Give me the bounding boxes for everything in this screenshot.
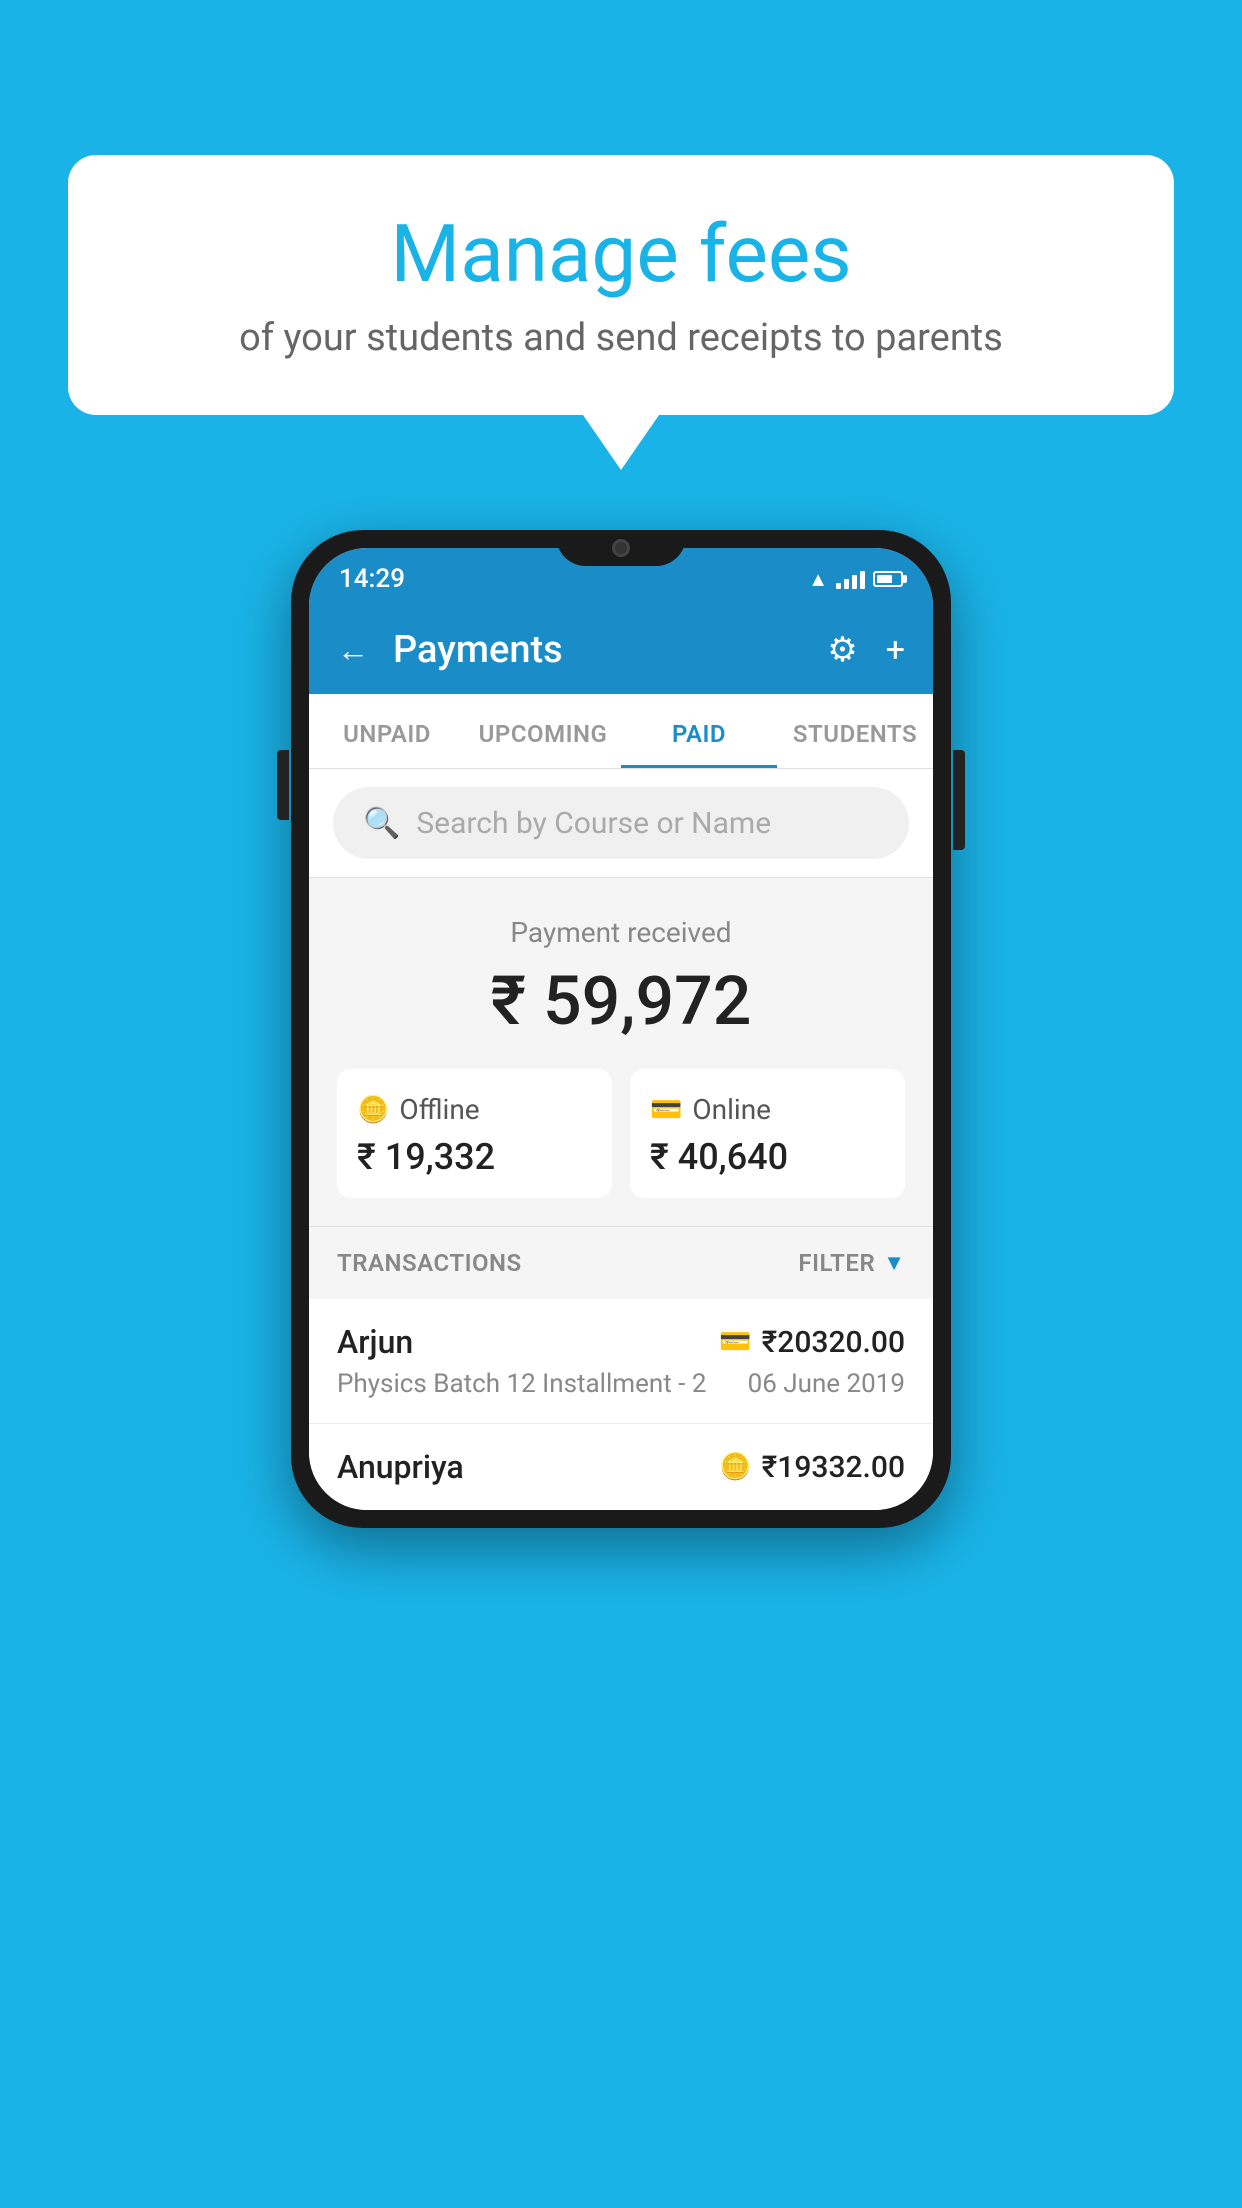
card-pay-icon: 💳 (719, 1327, 751, 1357)
phone-device: 14:29 ▲ (291, 530, 951, 1528)
page-title: Payments (393, 628, 803, 672)
online-card: 💳 Online ₹ 40,640 (630, 1069, 905, 1198)
search-input[interactable]: Search by Course or Name (416, 806, 771, 841)
online-amount: ₹ 40,640 (650, 1136, 885, 1178)
speech-bubble-container: Manage fees of your students and send re… (68, 155, 1174, 470)
transaction-top: Arjun 💳 ₹20320.00 (337, 1323, 905, 1361)
status-time: 14:29 (339, 564, 405, 594)
filter-icon: ▼ (883, 1250, 905, 1276)
offline-card-top: 🪙 Offline (357, 1093, 592, 1126)
payment-cards: 🪙 Offline ₹ 19,332 💳 Online ₹ 40,640 (337, 1069, 905, 1198)
cash-pay-icon: 🪙 (719, 1452, 751, 1482)
table-row[interactable]: Anupriya 🪙 ₹19332.00 (309, 1424, 933, 1510)
header-actions: ⚙ + (827, 630, 905, 670)
offline-card: 🪙 Offline ₹ 19,332 (337, 1069, 612, 1198)
search-icon: 🔍 (363, 806, 400, 841)
transactions-label: TRANSACTIONS (337, 1249, 522, 1277)
offline-icon: 🪙 (357, 1095, 389, 1125)
table-row[interactable]: Arjun 💳 ₹20320.00 Physics Batch 12 Insta… (309, 1299, 933, 1424)
camera (612, 539, 630, 557)
search-container: 🔍 Search by Course or Name (309, 769, 933, 878)
transaction-course: Physics Batch 12 Installment - 2 (337, 1369, 706, 1399)
transaction-date: 06 June 2019 (748, 1369, 905, 1399)
status-icons: ▲ (808, 567, 903, 592)
payment-received-label: Payment received (337, 916, 905, 949)
transaction-amount: ₹20320.00 (762, 1325, 905, 1360)
transaction-name: Arjun (337, 1323, 413, 1361)
tab-students[interactable]: STUDENTS (777, 694, 933, 768)
speech-bubble-tail (583, 415, 659, 470)
tab-upcoming[interactable]: UPCOMING (465, 694, 621, 768)
battery-icon (873, 571, 903, 587)
transaction-amount-row: 💳 ₹20320.00 (719, 1325, 905, 1360)
gear-icon[interactable]: ⚙ (827, 630, 857, 670)
filter-label: FILTER (798, 1249, 875, 1277)
online-icon: 💳 (650, 1095, 682, 1125)
online-label: Online (692, 1093, 771, 1126)
speech-bubble: Manage fees of your students and send re… (68, 155, 1174, 415)
add-button[interactable]: + (886, 630, 905, 670)
app-header: ← Payments ⚙ + (309, 606, 933, 694)
phone-screen: 14:29 ▲ (309, 548, 933, 1510)
back-button[interactable]: ← (337, 631, 369, 669)
wifi-icon: ▲ (808, 567, 828, 592)
search-bar[interactable]: 🔍 Search by Course or Name (333, 787, 909, 859)
tab-unpaid[interactable]: UNPAID (309, 694, 465, 768)
filter-button[interactable]: FILTER ▼ (798, 1249, 905, 1277)
transaction-bottom: Physics Batch 12 Installment - 2 06 June… (337, 1369, 905, 1399)
transactions-header: TRANSACTIONS FILTER ▼ (309, 1226, 933, 1299)
transaction-amount: ₹19332.00 (762, 1450, 905, 1485)
phone-outer: 14:29 ▲ (291, 530, 951, 1528)
signal-icon (836, 569, 865, 589)
transaction-name: Anupriya (337, 1448, 464, 1486)
offline-label: Offline (399, 1093, 479, 1126)
payment-received-amount: ₹ 59,972 (337, 961, 905, 1041)
online-card-top: 💳 Online (650, 1093, 885, 1126)
speech-bubble-subtitle: of your students and send receipts to pa… (128, 316, 1114, 360)
speech-bubble-title: Manage fees (128, 210, 1114, 298)
tabs-bar: UNPAID UPCOMING PAID STUDENTS (309, 694, 933, 769)
tab-paid[interactable]: PAID (621, 694, 777, 768)
payment-received-section: Payment received ₹ 59,972 🪙 Offline ₹ 19… (309, 878, 933, 1226)
transaction-amount-row: 🪙 ₹19332.00 (719, 1450, 905, 1485)
offline-amount: ₹ 19,332 (357, 1136, 592, 1178)
phone-notch (556, 530, 686, 566)
